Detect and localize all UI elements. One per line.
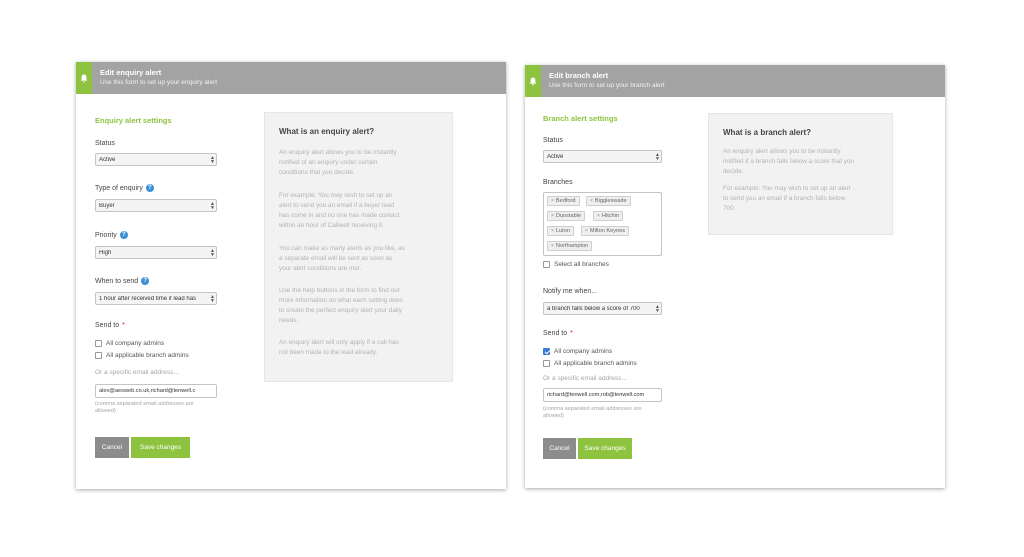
remove-tag-icon[interactable]: × [551,198,554,204]
select-all-branches-checkbox[interactable]: Select all branches [543,261,609,268]
section-title: Enquiry alert settings [95,116,172,125]
panel-title: Edit branch alert [549,71,609,80]
email-hint: (comma separated email addresses are all… [95,401,194,414]
question-icon[interactable]: ? [145,184,154,192]
cancel-button[interactable]: Cancel [543,438,576,459]
email-input[interactable]: richard@tenwell.com,rob@tenwell.com [543,388,662,402]
header-accent [76,62,92,94]
info-paragraph: An enquiry alert allows you to be instan… [723,148,855,175]
branch-tag[interactable]: × Dunstable [547,211,586,221]
select-arrows-icon: ▲ ▼ [655,303,660,314]
remove-tag-icon[interactable]: × [551,243,554,249]
status-label: Status [95,140,115,147]
info-paragraph: For example: You may wish to set up an a… [279,192,400,229]
info-paragraph: You can make as many alerts as you like,… [279,245,405,272]
checkbox[interactable] [543,261,550,268]
branch-tag[interactable]: × Northampton [547,241,593,251]
branch-tag[interactable]: × Bedford [547,196,580,206]
email-hint: (comma separated email addresses are all… [543,406,642,419]
select-arrows-icon: ▲ ▼ [210,154,215,165]
status-select[interactable]: Active ▲ ▼ [95,153,217,166]
notify-label: Notify me when... [543,288,598,295]
priority-label: Priority ? [95,231,128,239]
when-label: When to send ? [95,277,150,285]
branch-alert-panel: Edit branch alert Use this form to set u… [525,65,945,488]
info-paragraph: An enquiry alert allows you to be instan… [279,149,397,176]
send-to-label: Send to * [95,322,125,329]
select-arrows-icon: ▲ ▼ [210,200,215,211]
select-arrows-icon: ▲ ▼ [210,293,215,304]
info-paragraph: An enquiry alert will only apply if a ca… [279,339,399,356]
remove-tag-icon[interactable]: × [551,228,554,234]
checkbox[interactable] [95,340,102,347]
header-accent [525,65,541,97]
email-input[interactable]: alex@aesweb.co.uk,richard@tenwell.c [95,384,217,398]
company-admins-checkbox[interactable]: All company admins [543,348,612,355]
info-title: What is an enquiry alert? [279,127,375,136]
panel-title: Edit enquiry alert [100,68,162,77]
panel-subtitle: Use this form to set up your enquiry ale… [100,79,218,86]
notify-select[interactable]: a branch falls below a score of 700 ▲ ▼ [543,302,662,315]
branch-info-box: What is a branch alert? An enquiry alert… [708,113,893,235]
priority-select[interactable]: High ▲ ▼ [95,246,217,259]
question-icon[interactable]: ? [141,277,150,285]
branches-label: Branches [543,179,573,186]
branches-multiselect[interactable]: × Bedford × Biggleswade × Dunstable × Hitchi… [543,192,662,256]
type-select[interactable]: Buyer ▲ ▼ [95,199,217,212]
select-arrows-icon: ▲ ▼ [655,151,660,162]
info-title: What is a branch alert? [723,128,812,137]
bell-icon [529,77,537,85]
save-changes-button[interactable]: Save changes [131,437,190,458]
remove-tag-icon[interactable]: × [590,198,593,204]
bell-icon [80,74,88,82]
send-to-label: Send to * [543,330,573,337]
checkbox[interactable] [543,360,550,367]
branch-admins-checkbox[interactable]: All applicable branch admins [95,352,189,359]
checkbox-checked[interactable] [543,348,550,355]
section-title: Branch alert settings [543,114,618,123]
branch-admins-checkbox[interactable]: All applicable branch admins [543,360,637,367]
question-icon[interactable]: ? [119,231,128,239]
branch-tag[interactable]: × Milton Keynes [581,226,630,236]
remove-tag-icon[interactable]: × [551,213,554,219]
enquiry-info-box: What is an enquiry alert? An enquiry ale… [264,112,453,382]
info-paragraph: For example: You may wish to set up an a… [723,185,851,212]
branch-tag[interactable]: × Biggleswade [586,196,631,206]
checkbox[interactable] [95,352,102,359]
select-arrows-icon: ▲ ▼ [210,247,215,258]
company-admins-checkbox[interactable]: All company admins [95,340,164,347]
email-label: Or a specific email address... [95,369,179,376]
status-select[interactable]: Active ▲ ▼ [543,150,662,163]
enquiry-panel-header: Edit enquiry alert Use this form to set … [76,62,506,94]
email-label: Or a specific email address... [543,375,627,382]
branch-tag[interactable]: × Hitchin [593,211,624,221]
remove-tag-icon[interactable]: × [585,228,588,234]
panel-subtitle: Use this form to set up your branch aler… [549,82,665,89]
enquiry-alert-panel: Edit enquiry alert Use this form to set … [76,62,506,489]
type-label: Type of enquiry ? [95,184,154,192]
save-changes-button[interactable]: Save changes [578,438,632,459]
remove-tag-icon[interactable]: × [597,213,600,219]
cancel-button[interactable]: Cancel [95,437,129,458]
info-paragraph: Use the help buttons in the form to find… [279,287,403,324]
branch-panel-header: Edit branch alert Use this form to set u… [525,65,945,97]
branch-tag[interactable]: × Luton [547,226,574,236]
status-label: Status [543,137,563,144]
when-select[interactable]: 1 hour after received time if lead has ▲… [95,292,217,305]
